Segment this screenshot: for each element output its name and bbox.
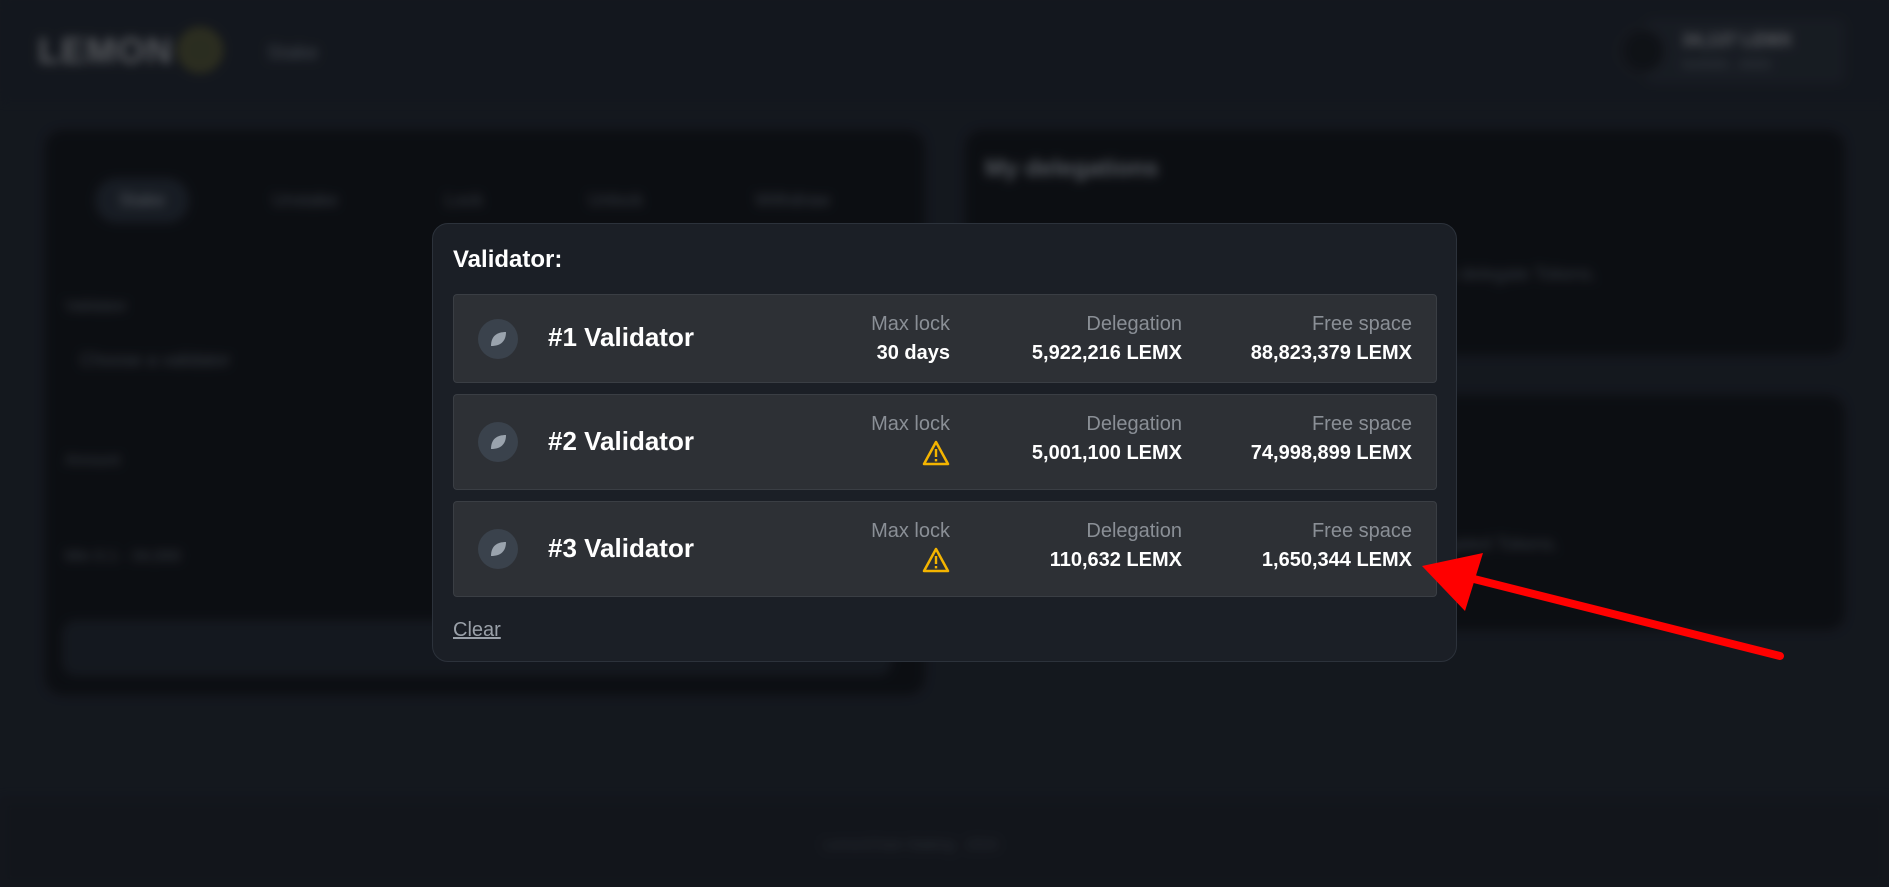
page: LEMON Stake 34,137 LEMX 0x0000...0000 St… <box>0 0 1889 887</box>
annotation-arrow-icon <box>1422 553 1784 660</box>
